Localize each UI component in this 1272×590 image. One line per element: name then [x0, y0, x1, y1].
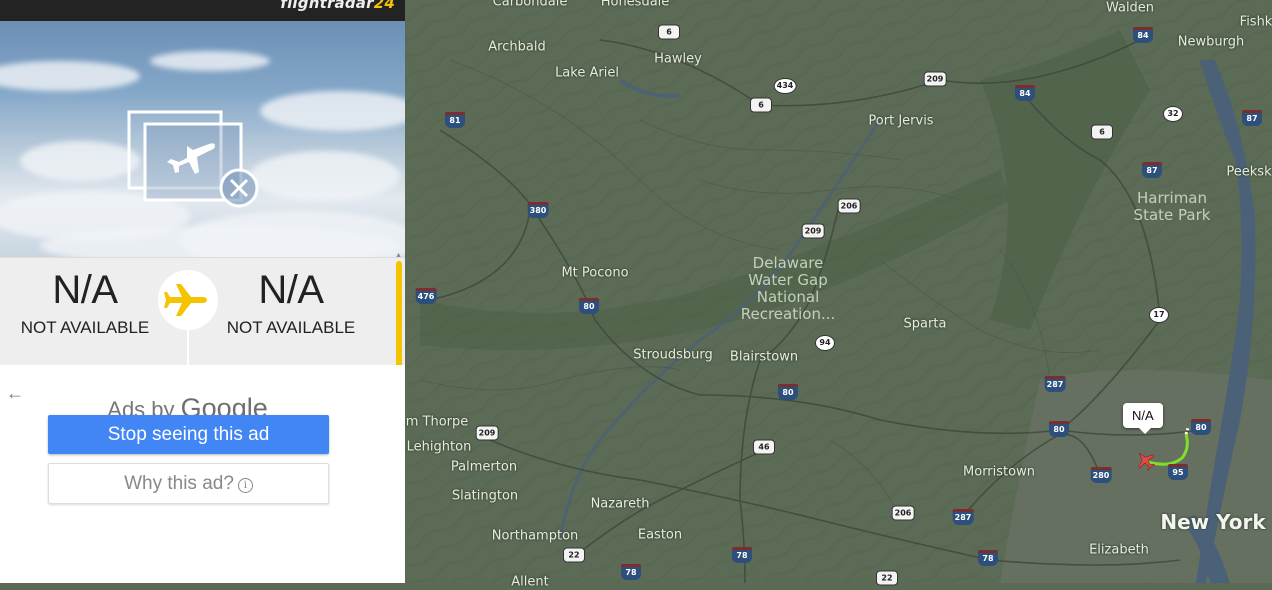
- map-place-label: Walden: [1105, 0, 1155, 16]
- road-shield: 84: [1015, 85, 1035, 101]
- road-shield: 209: [801, 223, 825, 239]
- map-place-label: Easton: [637, 527, 683, 543]
- panel-header: flightradar24: [0, 0, 405, 21]
- road-shield: 209: [475, 425, 499, 441]
- logo-accent-text: 24: [373, 0, 395, 12]
- map-place-label: Carbondale: [492, 0, 568, 10]
- map-place-label: State Park: [1133, 206, 1211, 224]
- flight-callsign-tag[interactable]: N/A: [1123, 403, 1163, 434]
- ad-feedback-area: ← Ads by Google Stop seeing this ad Why …: [0, 365, 405, 583]
- map-place-label: m Thorpe: [405, 414, 469, 430]
- destination-name: NOT AVAILABLE: [226, 318, 356, 337]
- flight-info-panel: flightradar24 N/A NOT AVAILABLE N/A NOT …: [0, 0, 405, 583]
- map-place-label: Port Jervis: [868, 113, 934, 129]
- map-place-label: Stroudsburg: [633, 347, 713, 363]
- road-shield: 78: [732, 547, 752, 563]
- stop-seeing-ad-button[interactable]: Stop seeing this ad: [48, 415, 329, 454]
- road-shield: 6: [658, 24, 680, 40]
- map-place-label: Sparta: [903, 316, 947, 332]
- origin-name: NOT AVAILABLE: [20, 318, 150, 337]
- road-shield: 280: [1090, 467, 1112, 483]
- road-shield: 80: [778, 384, 798, 400]
- road-shield: 84: [1133, 27, 1153, 43]
- why-this-ad-label: Why this ad?: [124, 473, 234, 494]
- map-place-label: Elizabeth: [1089, 542, 1149, 558]
- why-this-ad-button[interactable]: Why this ad? i: [48, 463, 329, 504]
- road-shield: 80: [579, 298, 599, 314]
- map-place-label: Mt Pocono: [561, 265, 629, 281]
- map-place-label: Water Gap: [748, 271, 828, 289]
- road-shield: 476: [415, 288, 437, 304]
- map-place-label: Palmerton: [450, 459, 518, 475]
- road-shield: 22: [876, 570, 898, 586]
- road-shield: 206: [891, 505, 915, 521]
- map-place-label: Slatington: [451, 488, 519, 504]
- info-icon: i: [237, 478, 253, 493]
- road-shield: 87: [1142, 162, 1162, 178]
- map-place-label: Fishk: [1239, 14, 1272, 30]
- scroll-up-arrow-icon[interactable]: ▲: [395, 252, 402, 259]
- map-place-label: Harriman: [1136, 189, 1208, 207]
- road-shield: 95: [1168, 464, 1188, 480]
- map-place-label: Nazareth: [590, 496, 650, 512]
- road-shield: 380: [527, 202, 549, 218]
- map-place-label: Blairstown: [729, 349, 799, 365]
- road-shield: 80: [1191, 419, 1211, 435]
- map-place-label: Lake Ariel: [555, 65, 619, 81]
- road-shield: 81: [445, 112, 465, 128]
- aircraft-photo-placeholder: [0, 21, 405, 257]
- map-place-label: Honesdale: [600, 0, 670, 10]
- map-place-label: Lehighton: [406, 439, 472, 455]
- map-place-label: New York: [1160, 510, 1266, 534]
- no-image-plane-icon: [127, 110, 259, 208]
- road-shield: 17: [1149, 307, 1169, 323]
- road-shield: 78: [978, 550, 998, 566]
- map-place-label: Peeksk: [1226, 164, 1272, 180]
- map-place-label: Newburgh: [1177, 34, 1245, 50]
- map-place-label: Northampton: [491, 528, 579, 544]
- road-shield: 209: [923, 71, 947, 87]
- origin-airport[interactable]: N/A NOT AVAILABLE: [0, 264, 170, 338]
- road-shield: 22: [563, 547, 585, 563]
- map-place-label: Hawley: [654, 51, 702, 67]
- destination-airport[interactable]: N/A NOT AVAILABLE: [206, 264, 376, 338]
- logo-text: flightradar: [280, 0, 374, 12]
- road-shield: 78: [621, 564, 641, 580]
- road-shield: 46: [753, 439, 775, 455]
- road-shield: 32: [1163, 106, 1183, 122]
- route-summary: N/A NOT AVAILABLE N/A NOT AVAILABLE ▲: [0, 252, 405, 410]
- map-place-label: Delaware: [752, 254, 824, 272]
- road-shield: 6: [1091, 124, 1113, 140]
- map-place-label: Allent: [511, 574, 549, 590]
- map-place-label: Morristown: [963, 464, 1035, 480]
- road-shield: 6: [750, 97, 772, 113]
- road-shield: 287: [1044, 376, 1066, 392]
- origin-code: N/A: [52, 268, 118, 312]
- road-shield: 434: [773, 78, 797, 94]
- road-shield: 87: [1242, 110, 1262, 126]
- road-shield: 287: [952, 509, 974, 525]
- map-place-label: Archbald: [488, 39, 546, 55]
- road-shield: 94: [815, 335, 835, 351]
- map-place-label: Recreation...: [740, 305, 836, 323]
- flightradar24-logo[interactable]: flightradar24: [280, 0, 395, 12]
- map-place-label: National: [756, 288, 820, 306]
- destination-code: N/A: [258, 268, 324, 312]
- road-shield: 80: [1049, 421, 1069, 437]
- road-shield: 206: [837, 198, 861, 214]
